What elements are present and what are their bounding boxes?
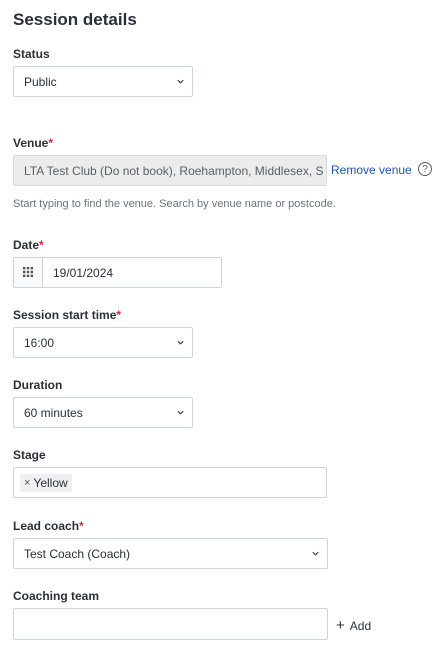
venue-label-text: Venue xyxy=(13,136,49,150)
date-label-text: Date xyxy=(13,238,40,252)
venue-value: LTA Test Club (Do not book), Roehampton,… xyxy=(24,163,324,178)
add-coach-button[interactable]: + Add xyxy=(336,616,372,634)
lead-coach-label-text: Lead coach xyxy=(13,519,80,533)
stage-label: Stage xyxy=(13,448,46,462)
required-mark: * xyxy=(39,238,44,252)
add-label: Add xyxy=(349,619,372,633)
help-circle-icon[interactable]: ? xyxy=(418,162,432,176)
date-value: 19/01/2024 xyxy=(53,265,114,280)
duration-select[interactable]: 60 minutes xyxy=(13,397,193,428)
start-time-select[interactable]: 16:00 xyxy=(13,327,193,358)
page-title: Session details xyxy=(13,10,137,29)
lead-coach-value: Test Coach (Coach) xyxy=(24,546,131,561)
start-time-label: Session start time* xyxy=(13,308,121,322)
plus-icon: + xyxy=(336,616,345,634)
required-mark: * xyxy=(48,136,54,150)
venue-hint: Start typing to find the venue. Search b… xyxy=(13,198,336,210)
start-time-value: 16:00 xyxy=(24,335,55,350)
date-input[interactable]: 19/01/2024 xyxy=(43,258,221,287)
lead-coach-select[interactable]: Test Coach (Coach) xyxy=(13,538,328,569)
lead-coach-label: Lead coach* xyxy=(13,519,84,533)
chevron-down-icon xyxy=(176,408,185,417)
chevron-down-icon xyxy=(311,549,320,558)
stage-tag-label: Yellow xyxy=(33,475,68,490)
coaching-team-input[interactable] xyxy=(13,608,328,640)
date-label: Date* xyxy=(13,238,44,252)
chevron-down-icon xyxy=(176,338,185,347)
stage-multiselect[interactable]: × Yellow xyxy=(13,467,327,498)
venue-input: LTA Test Club (Do not book), Roehampton,… xyxy=(13,155,327,186)
venue-label: Venue* xyxy=(13,136,53,150)
coaching-team-label: Coaching team xyxy=(13,589,100,603)
start-time-label-text: Session start time xyxy=(13,308,117,322)
status-value: Public xyxy=(24,74,57,89)
calendar-grid-icon xyxy=(23,264,33,282)
status-select[interactable]: Public xyxy=(13,66,193,97)
stage-tag: × Yellow xyxy=(20,473,72,492)
remove-venue-link[interactable]: Remove venue xyxy=(331,163,412,177)
status-label: Status xyxy=(13,47,50,61)
duration-value: 60 minutes xyxy=(24,405,83,420)
duration-label: Duration xyxy=(13,378,63,392)
required-mark: * xyxy=(79,519,84,533)
remove-tag-icon[interactable]: × xyxy=(24,477,30,489)
date-field: 19/01/2024 xyxy=(13,257,222,288)
calendar-button[interactable] xyxy=(14,258,43,287)
chevron-down-icon xyxy=(176,77,185,86)
required-mark: * xyxy=(116,308,122,322)
